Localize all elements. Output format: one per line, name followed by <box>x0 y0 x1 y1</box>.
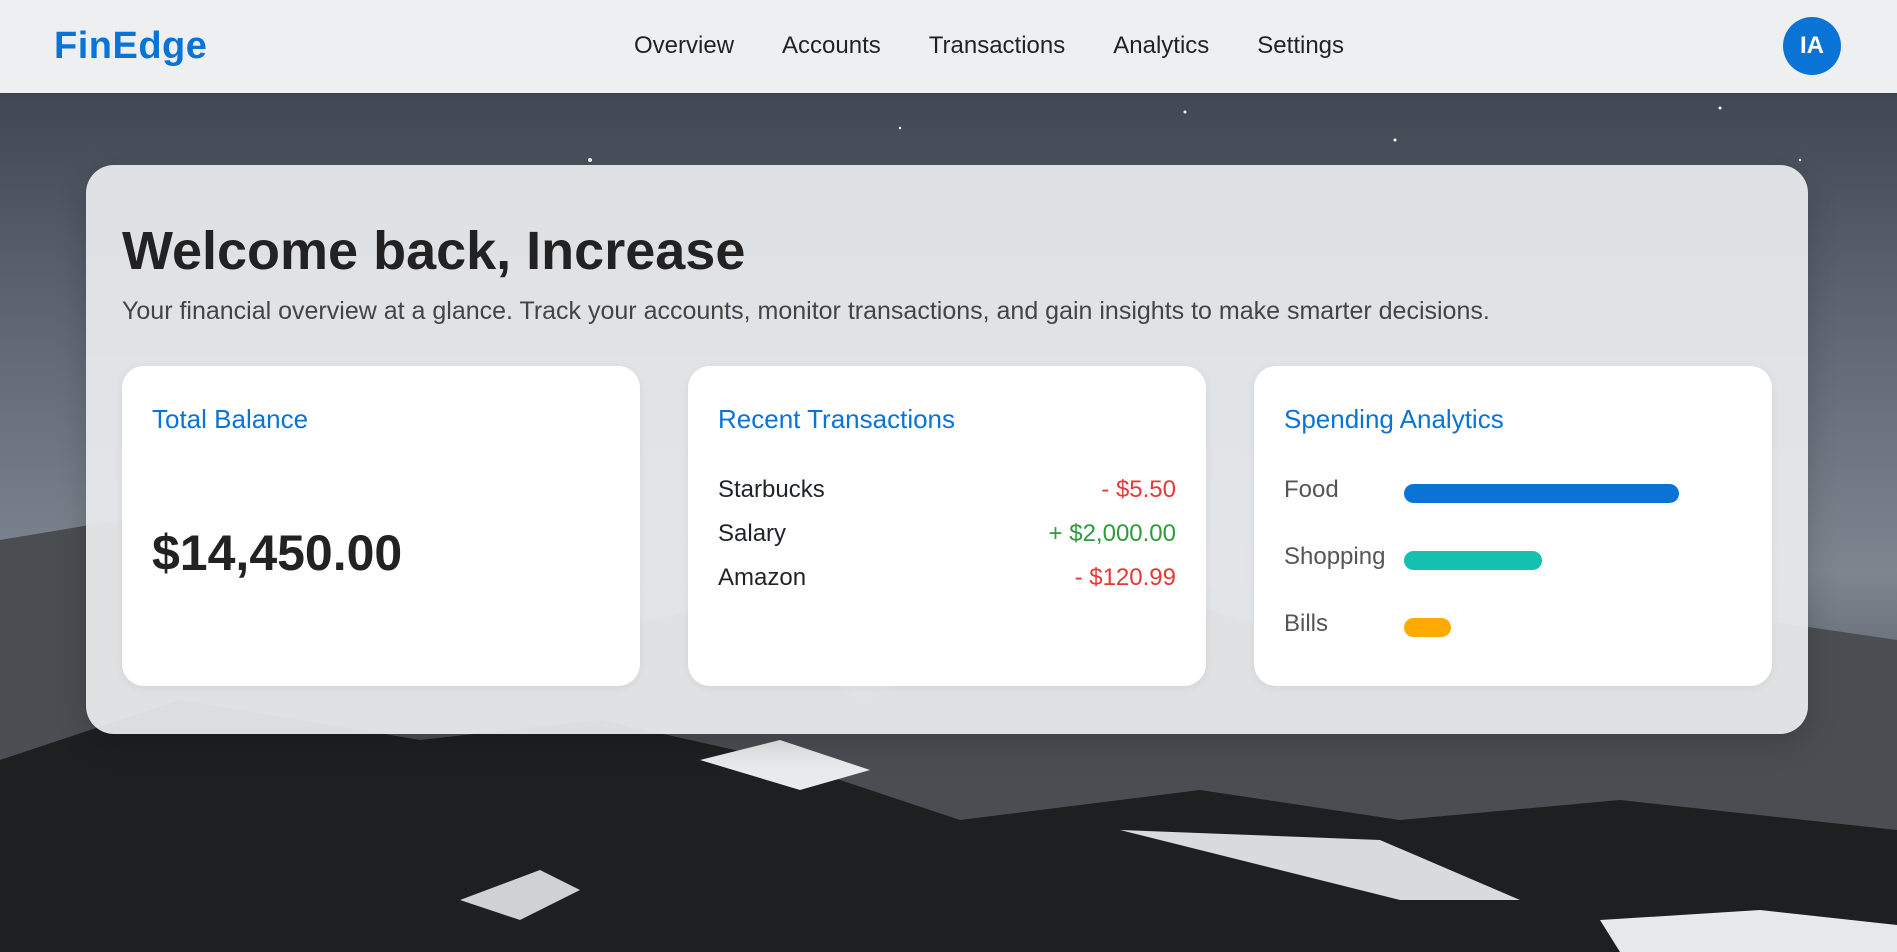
spending-bar <box>1404 618 1451 637</box>
nav-transactions[interactable]: Transactions <box>929 32 1066 60</box>
recent-transactions-card: Recent Transactions Starbucks - $5.50 Sa… <box>688 366 1206 686</box>
transaction-name: Salary <box>718 520 787 547</box>
spending-label: Shopping <box>1284 543 1386 570</box>
card-title: Recent Transactions <box>718 404 956 434</box>
nav-settings[interactable]: Settings <box>1257 32 1344 60</box>
spending-row-bills: Bills <box>1284 610 1744 640</box>
transaction-amount: - $5.50 <box>1101 476 1176 503</box>
transaction-row[interactable]: Starbucks - $5.50 <box>718 476 1176 520</box>
balance-amount: $14,450.00 <box>152 525 403 581</box>
transaction-amount: + $2,000.00 <box>1048 520 1176 547</box>
transaction-name: Amazon <box>718 564 807 591</box>
spending-label: Bills <box>1284 610 1329 637</box>
spending-row-shopping: Shopping <box>1284 543 1744 573</box>
card-title: Spending Analytics <box>1284 404 1504 434</box>
main-nav: Overview Accounts Transactions Analytics… <box>634 32 1344 60</box>
dashboard-panel: Welcome back, Increase Your financial ov… <box>86 165 1808 734</box>
spending-analytics-card: Spending Analytics Food Shopping Bills <box>1254 366 1772 686</box>
spending-label: Food <box>1284 476 1339 503</box>
nav-overview[interactable]: Overview <box>634 32 734 60</box>
spending-bar <box>1404 484 1679 503</box>
card-title: Total Balance <box>152 404 309 434</box>
transaction-row[interactable]: Salary + $2,000.00 <box>718 520 1176 564</box>
transaction-row[interactable]: Amazon - $120.99 <box>718 564 1176 608</box>
user-avatar[interactable]: IA <box>1783 17 1841 75</box>
nav-accounts[interactable]: Accounts <box>782 32 881 60</box>
transaction-amount: - $120.99 <box>1074 564 1176 591</box>
transactions-list: Starbucks - $5.50 Salary + $2,000.00 Ama… <box>718 476 1176 608</box>
welcome-subtitle: Your financial overview at a glance. Tra… <box>122 297 1490 325</box>
brand-logo[interactable]: FinEdge <box>54 25 207 68</box>
spending-bar <box>1404 551 1542 570</box>
transaction-name: Starbucks <box>718 476 825 503</box>
top-navbar: FinEdge Overview Accounts Transactions A… <box>0 0 1897 93</box>
spending-row-food: Food <box>1284 476 1744 506</box>
total-balance-card: Total Balance $14,450.00 <box>122 366 640 686</box>
nav-analytics[interactable]: Analytics <box>1113 32 1209 60</box>
welcome-heading: Welcome back, Increase <box>122 221 746 281</box>
